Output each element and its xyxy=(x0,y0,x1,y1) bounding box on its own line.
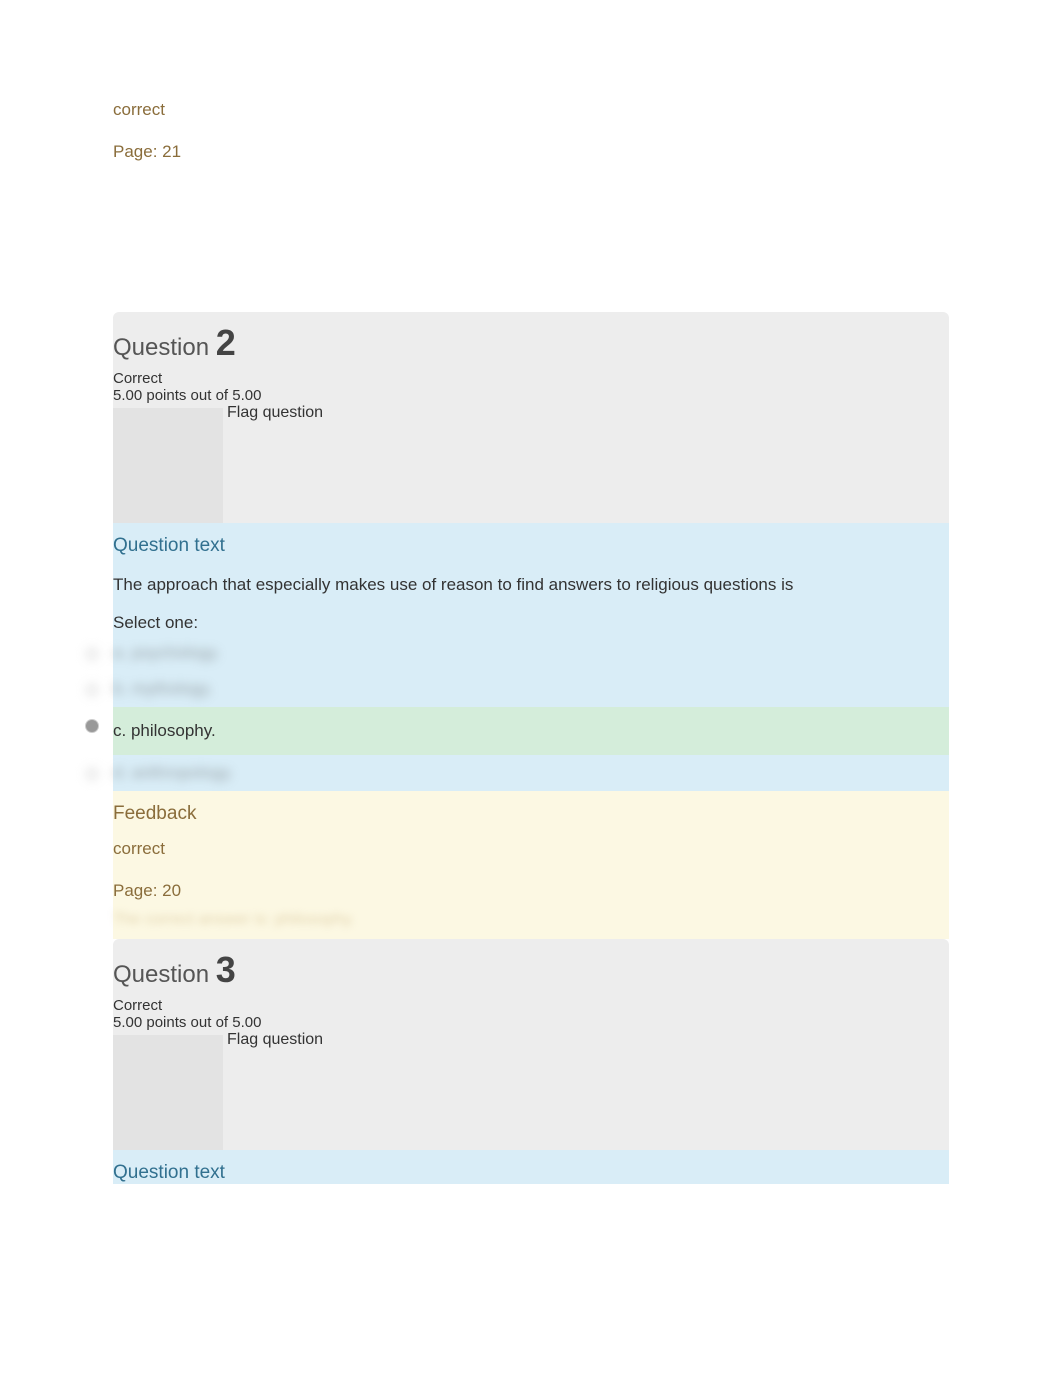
question-prefix: Question xyxy=(113,334,216,361)
answer-option-d[interactable]: d. anthropology. xyxy=(113,755,949,791)
option-c-text: c. philosophy. xyxy=(113,721,216,740)
flag-placeholder xyxy=(113,408,223,523)
question-3-text-section: Question text xyxy=(113,1150,949,1184)
option-d-text: d. anthropology. xyxy=(113,763,234,782)
answer-option-c[interactable]: c. philosophy. xyxy=(113,707,949,755)
flag-question-link[interactable]: Flag question xyxy=(223,1031,323,1049)
feedback-page-ref: Page: 20 xyxy=(113,881,949,901)
question-number: 3 xyxy=(216,949,236,990)
question-3-title: Question 3 xyxy=(113,949,949,991)
flag-placeholder xyxy=(113,1035,223,1150)
feedback-top-section: correct Page: 21 xyxy=(113,100,949,312)
question-3-points: 5.00 points out of 5.00 xyxy=(113,1014,949,1031)
question-2-text-section: Question text The approach that especial… xyxy=(113,523,949,791)
question-2-points: 5.00 points out of 5.00 xyxy=(113,387,949,404)
feedback-page-ref: Page: 21 xyxy=(113,142,949,162)
radio-icon xyxy=(85,719,99,733)
radio-icon xyxy=(85,683,99,697)
question-3-status: Correct xyxy=(113,997,949,1014)
option-a-text: a. psychology. xyxy=(113,643,220,662)
answer-option-a[interactable]: a. psychology. xyxy=(113,635,949,671)
feedback-heading: Feedback xyxy=(113,803,949,825)
question-2-header: Question 2 Correct 5.00 points out of 5.… xyxy=(113,312,949,523)
question-2-block: Question 2 Correct 5.00 points out of 5.… xyxy=(113,312,949,939)
answer-option-b[interactable]: b. mythology. xyxy=(113,671,949,707)
feedback-correct-text: correct xyxy=(113,839,949,859)
select-one-label: Select one: xyxy=(113,613,949,633)
question-text-heading: Question text xyxy=(113,1162,949,1184)
question-3-block: Question 3 Correct 5.00 points out of 5.… xyxy=(113,939,949,1184)
question-2-prompt: The approach that especially makes use o… xyxy=(113,575,949,595)
question-3-header: Question 3 Correct 5.00 points out of 5.… xyxy=(113,939,949,1150)
correct-answer-text: The correct answer is: philosophy. xyxy=(113,911,949,929)
question-prefix: Question xyxy=(113,961,216,988)
radio-icon xyxy=(85,767,99,781)
question-2-status: Correct xyxy=(113,370,949,387)
feedback-correct-text: correct xyxy=(113,100,949,120)
option-b-text: b. mythology. xyxy=(113,679,213,698)
question-2-feedback: Feedback correct Page: 20 The correct an… xyxy=(113,791,949,939)
flag-question-link[interactable]: Flag question xyxy=(223,404,323,422)
question-text-heading: Question text xyxy=(113,535,949,557)
question-number: 2 xyxy=(216,322,236,363)
question-2-title: Question 2 xyxy=(113,322,949,364)
radio-icon xyxy=(85,647,99,661)
